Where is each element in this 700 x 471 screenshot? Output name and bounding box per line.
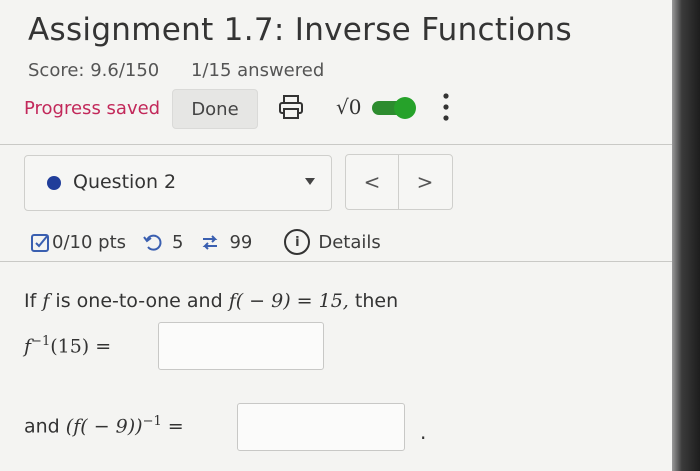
question-select-label: Question 2 — [73, 171, 177, 193]
expr1-rest: (15) = — [50, 335, 112, 358]
question-select[interactable]: Question 2 — [24, 155, 332, 211]
details-link[interactable]: Details — [318, 232, 380, 253]
submissions-icon — [203, 235, 218, 250]
expr2-exponent: −1 — [142, 414, 162, 429]
expr1-exponent: −1 — [31, 334, 51, 349]
expr2-base: (f( − 9)) — [65, 415, 143, 438]
done-button[interactable]: Done — [172, 89, 258, 129]
points-value: 0/10 pts — [52, 231, 127, 253]
score-summary: Score: 9.6/150 1/15 answered — [28, 60, 350, 81]
meta-divider — [0, 261, 672, 262]
printer-icon[interactable] — [276, 92, 306, 122]
checkbox-edit-icon — [31, 234, 49, 252]
progress-status: Progress saved — [24, 98, 161, 119]
answer-input-2[interactable] — [237, 403, 405, 451]
answer-input-1[interactable] — [158, 322, 324, 370]
answered-count: 1/15 answered — [190, 60, 325, 81]
question-nav-group: < > — [345, 154, 453, 210]
submissions-count: 99 — [229, 231, 253, 253]
header-divider — [0, 144, 672, 145]
question-status-dot — [47, 176, 61, 190]
question-intro-2: is one-to-one and — [49, 290, 229, 312]
expr2-and: and — [24, 415, 66, 438]
question-text: If f is one-to-one and f( − 9) = 15, the… — [24, 290, 398, 312]
retry-icon — [143, 234, 162, 251]
assignment-page: Assignment 1.7: Inverse Functions Score:… — [0, 0, 672, 471]
math-toggle-switch[interactable] — [372, 97, 416, 119]
page-title: Assignment 1.7: Inverse Functions — [28, 12, 572, 48]
toggle-knob — [394, 97, 416, 119]
expression-1: f−1(15) = — [24, 334, 111, 357]
next-question-button[interactable]: > — [399, 155, 451, 209]
question-intro-1: If — [24, 290, 43, 312]
expr1-function: f — [24, 335, 32, 358]
math-toggle-label: √0 — [336, 95, 362, 119]
screen-edge — [672, 0, 700, 471]
more-vertical-icon[interactable] — [439, 90, 453, 124]
question-meta: 0/10 pts 5 99 i Details — [30, 228, 381, 256]
info-icon[interactable]: i — [284, 229, 311, 255]
question-intro-3: then — [348, 290, 399, 312]
retries-count: 5 — [172, 231, 184, 253]
chevron-down-icon — [305, 178, 315, 185]
score-value: Score: 9.6/150 — [28, 60, 160, 81]
expression-2: and (f( − 9))−1 = — [24, 414, 184, 437]
question-condition: f( − 9) = 15, — [228, 290, 349, 312]
previous-question-button[interactable]: < — [346, 155, 398, 209]
sentence-period: . — [420, 420, 427, 444]
expr2-equals: = — [161, 415, 184, 438]
